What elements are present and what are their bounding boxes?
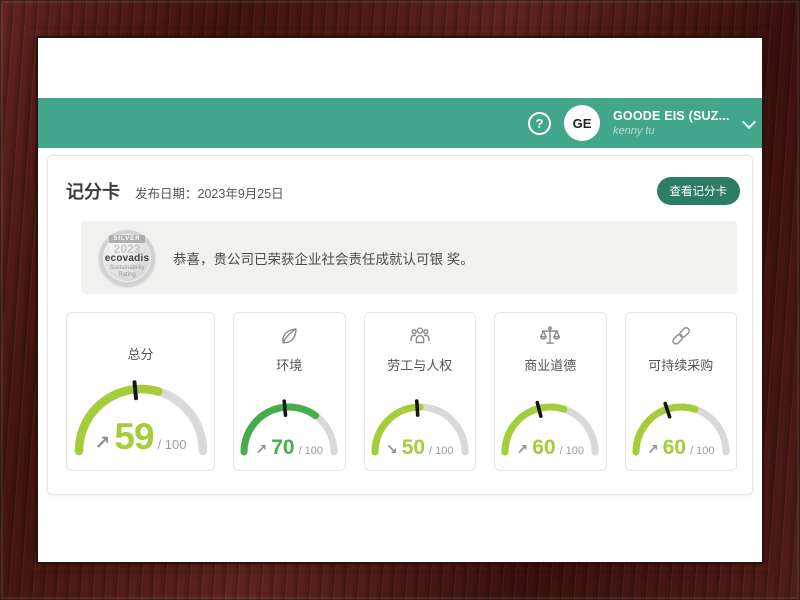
chevron-down-icon[interactable] [742,114,756,128]
score-denominator: / 100 [429,445,453,457]
panel-header: 记分卡 发布日期：2023年9月25日 查看记分卡 [48,156,752,205]
score-line: ↘50 / 100 [368,436,472,460]
score-value: 59 [114,416,153,458]
trend-up-icon: ↗ [95,432,111,455]
score-card: 总分 ↗59 / 100 [66,312,215,471]
score-line: ↗60 / 100 [629,436,733,460]
score-gauge: ↗60 / 100 [629,395,733,462]
people-icon [407,323,433,349]
publish-date-label: 发布日期： [135,187,198,201]
score-gauge: ↘50 / 100 [368,395,472,462]
score-card-label: 劳工与人权 [387,355,452,374]
score-line: ↗70 / 100 [237,436,341,460]
score-card-label: 可持续采购 [648,355,713,374]
gauge-needle [284,401,285,415]
score-card: 环境 ↗70 / 100 [233,312,346,471]
score-line: ↗59 / 100 [71,416,211,458]
score-value: 60 [532,436,555,460]
help-icon[interactable]: ? [528,112,551,135]
medal-brand: ecovadis [105,254,149,264]
score-denominator: / 100 [158,437,187,452]
score-card: 劳工与人权 ↘50 / 100 [364,312,477,471]
account-menu[interactable]: GOODE EIS (SUZ... kenny tu [613,108,731,139]
scales-icon [537,323,563,349]
app-header: ? GE GOODE EIS (SUZ... kenny tu [38,98,762,148]
score-value: 60 [663,436,686,460]
score-denominator: / 100 [690,445,714,457]
score-value: 70 [271,436,294,460]
user-name: kenny tu [613,124,731,138]
score-line: ↗60 / 100 [498,436,602,460]
ecovadis-medal: SILVER 2023 ecovadis Sustainability Rati… [99,230,155,286]
page-title: 记分卡 [66,178,120,204]
app-page: ? GE GOODE EIS (SUZ... kenny tu 记分卡 发布日期… [38,38,762,562]
trend-up-icon: ↗ [255,441,267,458]
score-card-label: 总分 [127,344,153,363]
trend-up-icon: ↗ [647,441,659,458]
medal-tier-ribbon: SILVER [109,235,144,243]
score-gauge: ↗59 / 100 [71,375,211,462]
score-card: 可持续采购 ↗60 / 100 [625,312,738,471]
score-denominator: / 100 [299,445,323,457]
award-banner: SILVER 2023 ecovadis Sustainability Rati… [81,221,737,294]
avatar[interactable]: GE [564,105,600,141]
link-icon [668,323,694,349]
gauge-needle [134,382,136,398]
trend-down-icon: ↘ [386,441,398,458]
scorecard-panel: 记分卡 发布日期：2023年9月25日 查看记分卡 SILVER 2023 ec… [47,155,753,495]
gauge-needle [417,401,418,415]
score-gauge: ↗60 / 100 [498,395,602,462]
publish-date-value: 2023年9月25日 [198,187,284,201]
screenshot-stage: ? GE GOODE EIS (SUZ... kenny tu 记分卡 发布日期… [0,0,800,600]
score-card: 商业道德 ↗60 / 100 [494,312,607,471]
medal-tagline: Sustainability Rating [104,265,150,279]
publish-date: 发布日期：2023年9月25日 [135,180,284,202]
trend-up-icon: ↗ [516,441,528,458]
score-value: 50 [402,436,425,460]
score-cards-row: 总分↗59/ 100环境↗70/ 100劳工与人权↘50/ 100商业道德↗60… [66,312,737,471]
award-message: 恭喜，贵公司已荣获企业社会责任成就认可银 奖。 [173,248,474,268]
score-denominator: / 100 [560,445,584,457]
account-name: GOODE EIS (SUZ... [613,108,731,124]
leaf-icon [276,323,302,349]
score-card-label: 商业道德 [524,355,576,374]
score-card-label: 环境 [276,355,302,374]
score-gauge: ↗70 / 100 [237,395,341,462]
view-scorecard-button[interactable]: 查看记分卡 [657,177,741,205]
